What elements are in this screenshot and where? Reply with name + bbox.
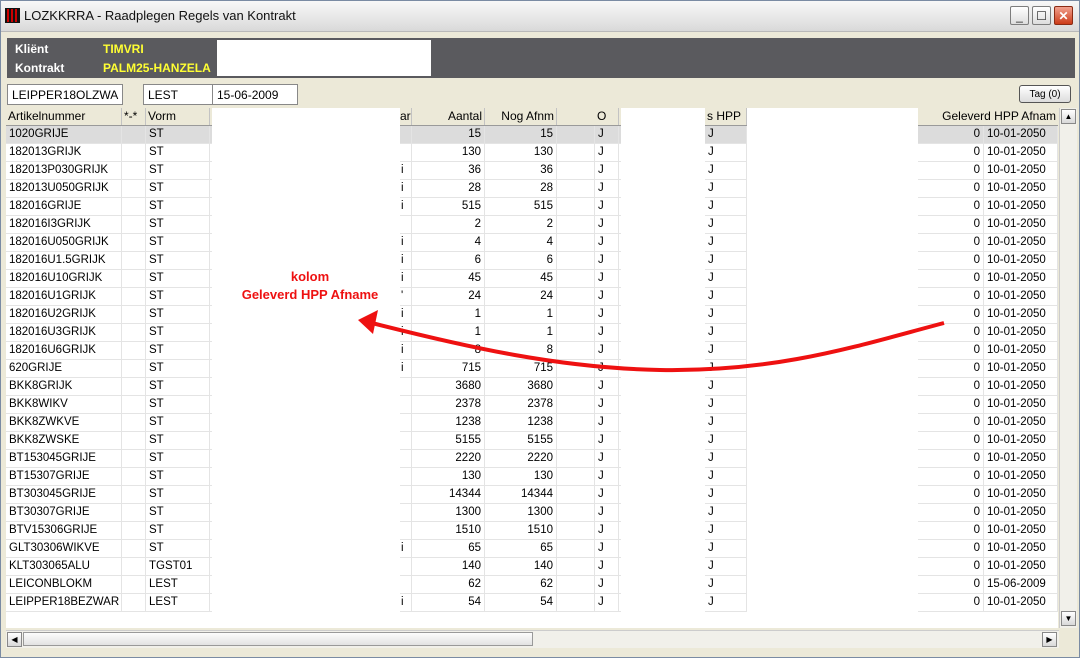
annotation-arrow-head xyxy=(358,310,378,334)
annotation-arrow-curve xyxy=(367,320,945,373)
annotation-arrow xyxy=(358,310,945,373)
